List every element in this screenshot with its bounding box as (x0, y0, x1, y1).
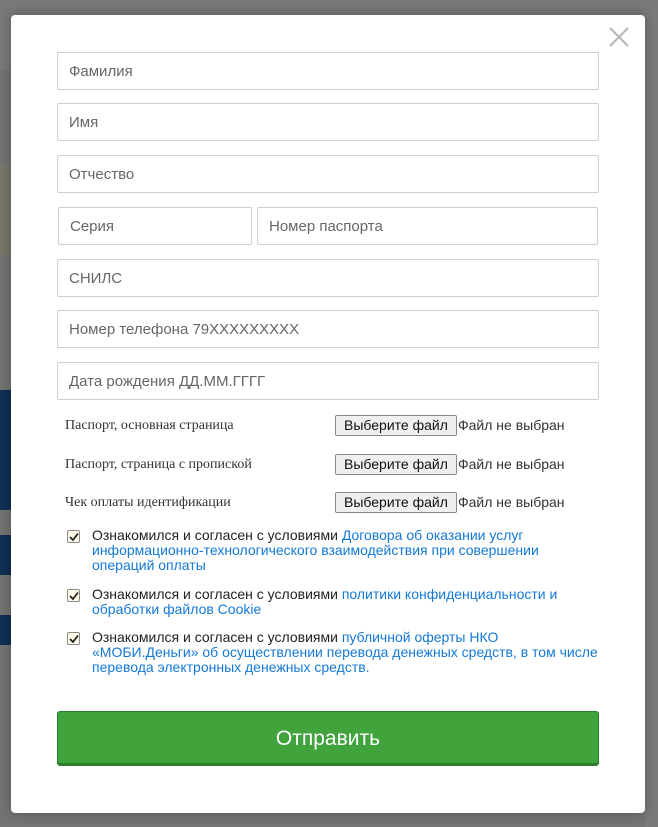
agreement-text: Ознакомился и согласен с условиями полит… (92, 587, 602, 617)
agreement-text: Ознакомился и согласен с условиями Догов… (92, 528, 602, 573)
choose-file-button[interactable]: Выберите файл (335, 492, 457, 513)
choose-file-button[interactable]: Выберите файл (335, 415, 457, 436)
agreement-prefix: Ознакомился и согласен с условиями (92, 586, 342, 602)
file-label: Паспорт, страница с пропиской (65, 457, 252, 472)
firstname-field[interactable] (57, 103, 599, 141)
file-status: Файл не выбран (458, 456, 565, 472)
file-status: Файл не выбран (458, 494, 565, 510)
passport-number-field[interactable] (257, 207, 598, 245)
registration-modal: Паспорт, основная страница Выберите файл… (11, 15, 645, 813)
submit-button[interactable]: Отправить (57, 711, 599, 766)
file-upload-payment-receipt: Чек оплаты идентификации Выберите файл Ф… (65, 492, 585, 514)
checkmark-icon (69, 532, 79, 542)
choose-file-button[interactable]: Выберите файл (335, 454, 457, 475)
birthdate-field[interactable] (57, 362, 599, 400)
agreement-prefix: Ознакомился и согласен с условиями (92, 629, 342, 645)
snils-field[interactable] (57, 259, 599, 297)
agreement-checkbox[interactable] (67, 589, 80, 602)
passport-series-field[interactable] (58, 207, 252, 245)
close-button[interactable] (607, 25, 631, 49)
lastname-field[interactable] (57, 52, 599, 90)
middlename-field[interactable] (57, 155, 599, 193)
checkmark-icon (69, 634, 79, 644)
file-upload-passport-registration: Паспорт, страница с пропиской Выберите ф… (65, 454, 585, 476)
file-label: Паспорт, основная страница (65, 418, 234, 433)
agreement-checkbox[interactable] (67, 632, 80, 645)
agreement-checkbox[interactable] (67, 530, 80, 543)
file-label: Чек оплаты идентификации (65, 495, 231, 510)
close-icon (609, 27, 629, 47)
file-upload-passport-main: Паспорт, основная страница Выберите файл… (65, 415, 585, 437)
agreement-text: Ознакомился и согласен с условиями публи… (92, 630, 602, 675)
checkmark-icon (69, 591, 79, 601)
phone-field[interactable] (57, 310, 599, 348)
file-status: Файл не выбран (458, 417, 565, 433)
agreement-prefix: Ознакомился и согласен с условиями (92, 527, 342, 543)
